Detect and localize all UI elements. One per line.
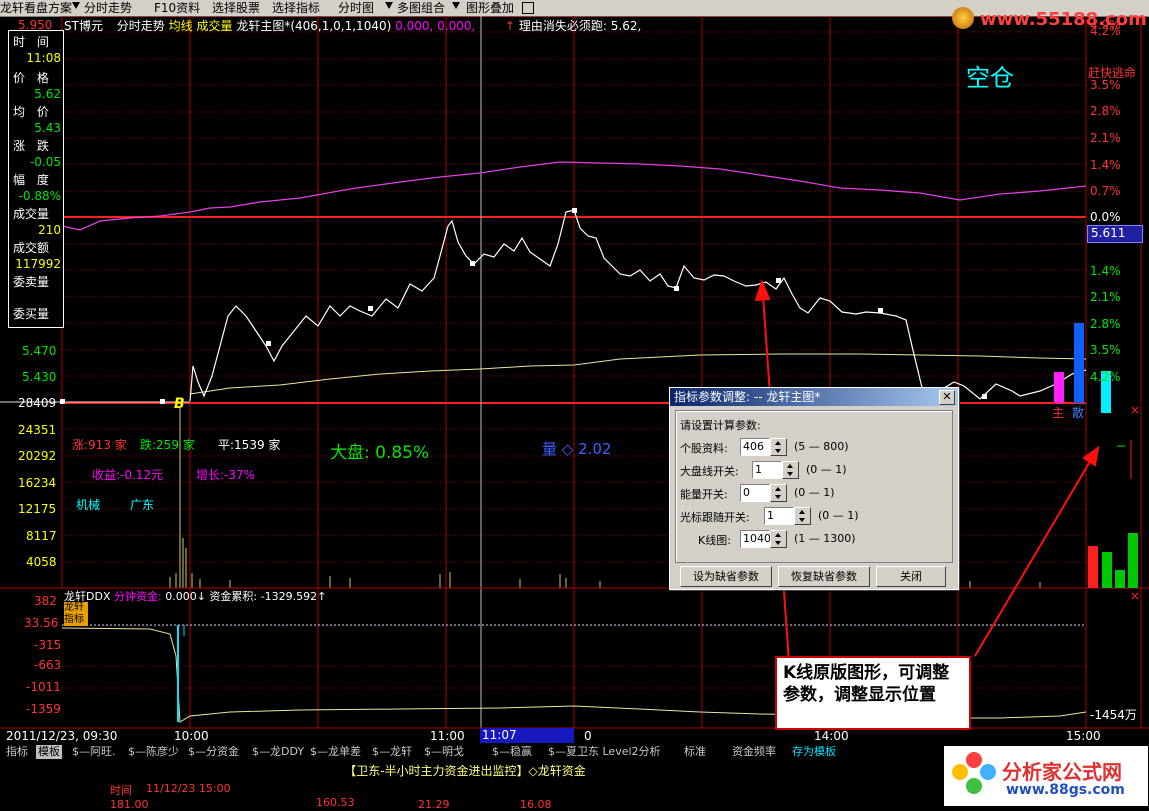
amplitude-value: -0.88% xyxy=(18,189,61,203)
set-default-button[interactable]: 设为缺省参数 xyxy=(680,566,772,587)
ddx-header: 龙轩DDX 分钟资金: 0.000↓ 资金累积: -1329.592↑ xyxy=(64,590,327,603)
param-index-line-input[interactable]: 1 xyxy=(752,461,782,479)
quote-info-panel: 时 间 11:08 价 格 5.62 均 价 5.43 涨 跌 -0.05 幅 … xyxy=(8,30,64,328)
toolbar-multichart[interactable]: 多图组合 xyxy=(397,1,445,15)
change-value: -0.05 xyxy=(29,155,61,169)
param-cursor-follow-spinner[interactable] xyxy=(794,507,811,525)
time-value: 11:08 xyxy=(26,51,61,65)
lock-icon[interactable] xyxy=(522,2,534,14)
param-energy-input[interactable]: 0 xyxy=(740,484,770,502)
svg-text:×: × xyxy=(1130,403,1140,417)
retail-label: 散 xyxy=(1072,406,1085,420)
scheme-dropdown-icon[interactable] xyxy=(72,2,80,9)
close-button[interactable]: 关闭 xyxy=(876,566,946,587)
price-value: 5.62 xyxy=(34,87,61,101)
tab-longxuan[interactable]: $—龙轩 xyxy=(372,745,412,759)
tab-awang[interactable]: $—阿旺. xyxy=(72,745,116,759)
timechart-dropdown-icon[interactable] xyxy=(385,2,393,9)
tab-mingge[interactable]: $—明戈 xyxy=(424,745,464,759)
param-kline-spinner[interactable] xyxy=(770,530,787,548)
tab-xiaweidong[interactable]: $—夏卫东 Level2分析 xyxy=(548,745,661,759)
param-stock-input[interactable]: 406 xyxy=(740,438,770,456)
toolbar-overlay[interactable]: 图形叠加 xyxy=(466,1,514,15)
intraday-chart[interactable]: × × xyxy=(0,16,1149,744)
svg-text:×: × xyxy=(1130,589,1140,603)
avg-value: 5.43 xyxy=(34,121,61,135)
tab-longddy[interactable]: $—龙DDY xyxy=(252,745,304,759)
param-energy-spinner[interactable] xyxy=(770,484,787,502)
tab-standard[interactable]: 标准 xyxy=(684,745,706,759)
annotation-callout: K线原版图形，可调整参数，调整显示位置 xyxy=(775,656,971,730)
current-price-box: 5.611 xyxy=(1087,225,1143,243)
toolbar-select-indicator[interactable]: 选择指标 xyxy=(272,1,320,15)
volume-value: 210 xyxy=(38,223,61,237)
dialog-close-icon[interactable]: ✕ xyxy=(939,390,955,405)
amount-value: 117992 xyxy=(15,257,61,271)
cursor-volume: 28409 xyxy=(18,396,57,410)
scheme-menu[interactable]: 龙轩看盘方案 xyxy=(0,1,72,15)
tab-indicator[interactable]: 指标 xyxy=(6,745,28,759)
cursor-time-box: 11:07 xyxy=(480,728,574,743)
position-status: 空仓 xyxy=(966,64,1014,92)
main-force-label: 主 xyxy=(1052,406,1065,420)
multichart-dropdown-icon[interactable] xyxy=(452,2,460,9)
chart-header: ST博元 分时走势 均线 成交量 龙轩主图*(406,1,0,1,1040) 0… xyxy=(64,19,476,33)
tab-chenyanshao[interactable]: $—陈彦少 xyxy=(128,745,179,759)
toolbar-select-stock[interactable]: 选择股票 xyxy=(212,1,260,15)
indicator-name[interactable]: 龙轩主图*(406,1,0,1,1040) xyxy=(236,19,391,33)
tab-fund-frequency[interactable]: 资金频率 xyxy=(732,745,776,759)
toolbar-f10[interactable]: F10资料 xyxy=(154,1,200,15)
bottom-panel-title: 【卫东-半小时主力资金进出监控】◇龙轩资金 xyxy=(344,764,586,778)
buy-marker: B xyxy=(174,396,185,412)
param-kline-input[interactable]: 1040 xyxy=(740,530,771,548)
bottom-panel: 【卫东-半小时主力资金进出监控】◇龙轩资金 时间 11/12/23 15:00 … xyxy=(0,746,1149,811)
tab-template[interactable]: 模板 xyxy=(36,745,62,759)
logo-icon xyxy=(952,7,974,29)
flower-logo-icon xyxy=(952,752,996,796)
param-stock-spinner[interactable] xyxy=(770,438,787,456)
tab-wenying[interactable]: $—稳赢 xyxy=(492,745,532,759)
date-label: 2011/12/23, 09:30 xyxy=(6,729,118,743)
param-index-line-spinner[interactable] xyxy=(782,461,799,479)
market-index-change: 大盘: 0.85% xyxy=(330,443,430,463)
ddx-tag: 龙轩 指标 xyxy=(64,602,88,626)
restore-default-button[interactable]: 恢复缺省参数 xyxy=(778,566,870,587)
indicator-params-dialog: 指标参数调整: -- 龙轩主图* ✕ 请设置计算参数: 个股资料: 406 (5… xyxy=(669,387,959,590)
params-group: 请设置计算参数: 个股资料: 406 (5 — 800) 大盘线开关: 1 (0… xyxy=(675,410,953,563)
tab-longdancha[interactable]: $—龙单差 xyxy=(310,745,361,759)
exit-note: ↑ 理由消失必须跑: 5.62, xyxy=(505,19,642,33)
tab-fenzijin[interactable]: $—分资金 xyxy=(188,745,239,759)
tab-save-template[interactable]: 存为模板 xyxy=(792,745,836,759)
param-cursor-follow-input[interactable]: 1 xyxy=(764,507,794,525)
volume-ratio: 量 ◇ 2.02 xyxy=(542,440,612,458)
toolbar-timeshare[interactable]: 分时走势 xyxy=(84,1,132,15)
dialog-titlebar[interactable]: 指标参数调整: -- 龙轩主图* ✕ xyxy=(670,388,958,406)
toolbar-timechart[interactable]: 分时图 xyxy=(338,1,374,15)
ddx-right-value: -1454万 xyxy=(1090,708,1137,722)
watermark-bottom: 分析家公式网 www.88gs.com xyxy=(944,746,1148,806)
